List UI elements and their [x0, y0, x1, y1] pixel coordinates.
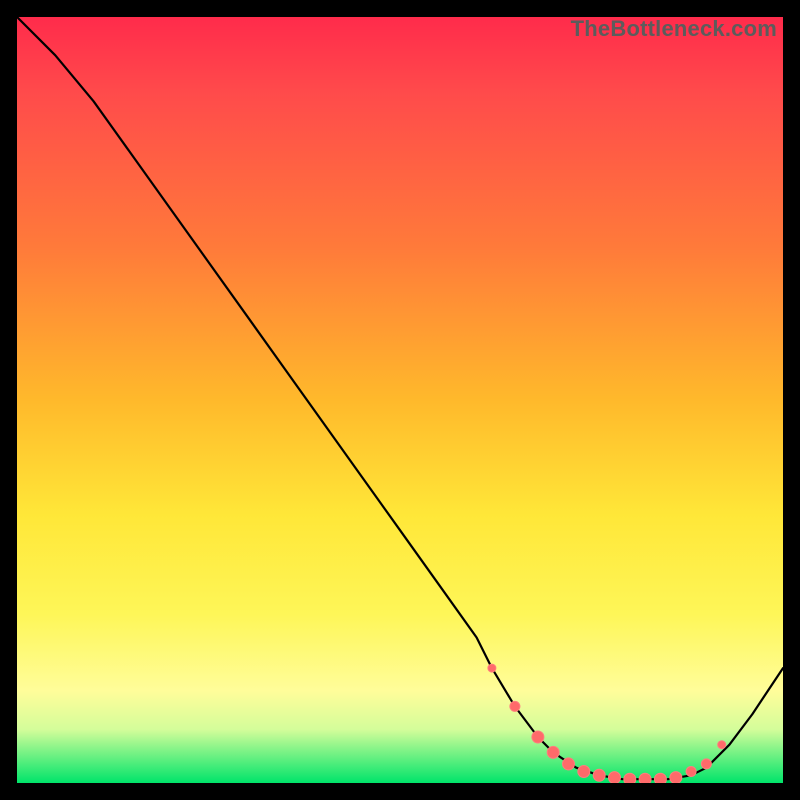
marker-dot [718, 741, 726, 749]
marker-dot [701, 759, 711, 769]
marker-dot [578, 766, 590, 778]
chart-svg [17, 17, 783, 783]
marker-dot [547, 746, 559, 758]
marker-dot [639, 773, 651, 783]
marker-dot [654, 773, 666, 783]
marker-dot [510, 701, 520, 711]
plot-area: TheBottleneck.com [17, 17, 783, 783]
marker-dot [532, 731, 544, 743]
marker-dot [563, 758, 575, 770]
bottleneck-curve [17, 17, 783, 779]
marker-dot [488, 664, 496, 672]
marker-dot [686, 767, 696, 777]
marker-dot [670, 772, 682, 783]
marker-dot [609, 772, 621, 783]
marker-dot [593, 769, 605, 781]
marker-group [488, 664, 726, 783]
marker-dot [624, 773, 636, 783]
chart-stage: TheBottleneck.com [0, 0, 800, 800]
